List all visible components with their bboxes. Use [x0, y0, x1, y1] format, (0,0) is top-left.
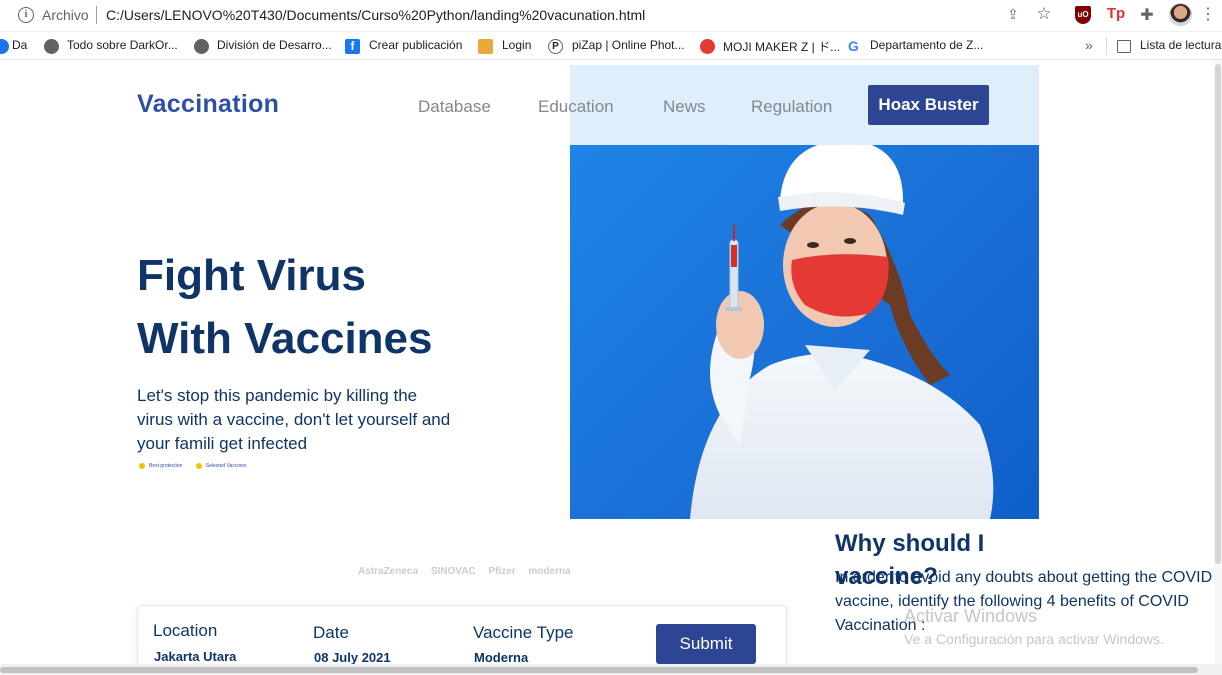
brand-logo[interactable]: Vaccination [137, 90, 279, 119]
why-vaccine-text: In order to avoid any doubts about getti… [835, 569, 1213, 634]
tp-extension-icon[interactable]: Tp [1106, 5, 1126, 23]
bookmark-item[interactable]: piZap | Online Phot... [572, 38, 685, 52]
bookmark-favicon-icon [0, 39, 9, 54]
partner-logo: AstraZeneca [358, 566, 419, 577]
google-icon: G [846, 39, 861, 54]
partner-logo: moderna [528, 566, 571, 577]
url-scheme-label: Archivo [42, 7, 89, 23]
key-icon [478, 39, 493, 54]
date-label: Date [313, 623, 349, 642]
bookmark-item[interactable]: Todo sobre DarkOr... [67, 38, 178, 52]
share-icon[interactable]: ⇪ [1004, 6, 1022, 24]
hero-title-line: Fight Virus [137, 251, 366, 300]
badge: Best protection [139, 463, 182, 469]
bookmark-item[interactable]: Login [502, 38, 531, 52]
horizontal-scrollbar-thumb[interactable] [0, 667, 1198, 673]
profile-avatar[interactable] [1169, 3, 1192, 26]
url-text[interactable]: C:/Users/LENOVO%20T430/Documents/Curso%2… [106, 7, 645, 23]
browser-menu-icon[interactable]: ⋮ [1200, 4, 1216, 23]
vaccine-type-label: Vaccine Type [473, 623, 574, 642]
vaccine-type-select[interactable]: Moderna [474, 650, 528, 664]
reading-list-link[interactable]: Lista de lectura [1140, 38, 1221, 52]
bookmark-item[interactable]: Departamento de Z... [870, 38, 983, 52]
moji-icon [700, 39, 715, 54]
ublock-extension-icon[interactable]: uO [1075, 6, 1091, 24]
star-icon [195, 463, 202, 469]
windows-activation-subtitle: Ve a Configuración para activar Windows. [904, 631, 1164, 647]
hero-title-line: With Vaccines [137, 314, 433, 363]
nav-link-regulation[interactable]: Regulation [751, 97, 832, 117]
browser-address-bar[interactable]: i Archivo C:/Users/LENOVO%20T430/Documen… [0, 0, 1222, 32]
submit-button[interactable]: Submit [656, 624, 756, 664]
bookmark-divider [1106, 37, 1107, 55]
nav-link-education[interactable]: Education [538, 97, 614, 117]
badge-label: Selected Vaccines [205, 463, 247, 470]
bookmark-star-icon[interactable]: ☆ [1035, 4, 1053, 23]
booking-form: Location Jakarta Utara Date 08 July 2021… [137, 605, 787, 664]
bookmark-item[interactable]: División de Desarro... [217, 38, 332, 52]
hero-title: Fight Virus With Vaccines [137, 244, 557, 370]
star-icon [139, 463, 145, 469]
hero-badges: Best protection Selected Vaccines [139, 463, 259, 469]
partner-logo: Pfizer [488, 566, 516, 577]
partner-logo: SINOVAC [430, 566, 476, 577]
hero-image-nurse [570, 145, 1039, 519]
location-select[interactable]: Jakarta Utara [154, 649, 236, 664]
facebook-icon: f [345, 39, 360, 54]
hoax-buster-button[interactable]: Hoax Buster [868, 85, 989, 125]
location-label: Location [153, 621, 218, 640]
nav-link-news[interactable]: News [663, 97, 706, 117]
reading-list-icon[interactable] [1117, 40, 1131, 53]
nav-link-database[interactable]: Database [418, 97, 491, 117]
landing-page: Vaccination Database Education News Regu… [0, 61, 1222, 664]
bookmarks-bar: Da Todo sobre DarkOr... División de Desa… [0, 32, 1222, 60]
hero-subtitle: Let's stop this pandemic by killing the … [137, 386, 451, 453]
more-bookmarks-icon[interactable]: » [1085, 37, 1093, 53]
site-info-icon[interactable]: i [18, 7, 34, 23]
badge: Selected Vaccines [195, 463, 247, 470]
date-picker[interactable]: 08 July 2021 [314, 650, 391, 664]
bookmark-item[interactable]: Da [12, 38, 27, 52]
vertical-scrollbar-thumb[interactable] [1215, 64, 1221, 564]
bookmark-item[interactable]: Crear publicación [369, 38, 462, 52]
partner-logos: AstraZeneca SINOVAC Pfizer moderna [358, 566, 571, 590]
badge-label: Best protection [149, 463, 183, 470]
bookmark-item[interactable]: MOJI MAKER Z | ド... [723, 38, 840, 55]
extensions-puzzle-icon[interactable]: ✚ [1138, 5, 1156, 24]
windows-activation-title: Activar Windows [904, 606, 1038, 626]
globe-icon [44, 39, 59, 54]
url-separator [96, 6, 97, 24]
pizap-icon: P [548, 39, 563, 54]
globe-icon [194, 39, 209, 54]
